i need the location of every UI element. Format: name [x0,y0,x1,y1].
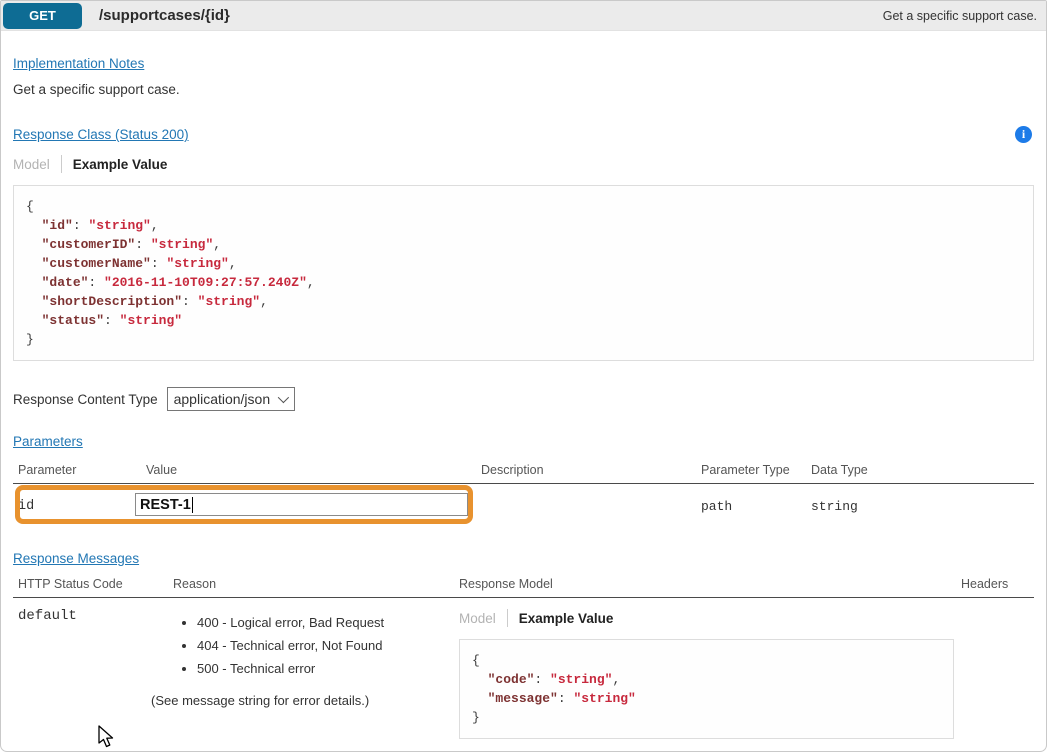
error-example-code: { "code": "string", "message": "string"} [459,639,954,739]
id-value-input[interactable]: REST-1 [135,493,468,516]
operation-header-bar[interactable]: GET /supportcases/{id} Get a specific su… [1,1,1046,31]
response-message-row-default: default 400 - Logical error, Bad Request… [13,598,1034,739]
code-line: "code": "string", [472,670,941,689]
tab-example-value[interactable]: Example Value [73,157,168,172]
code-line: "shortDescription": "string", [26,292,1021,311]
tab-divider [507,609,508,627]
parameter-name: id [13,484,135,534]
col-parameter-type: Parameter Type [701,463,811,477]
tab-divider [61,155,62,173]
implementation-notes-text: Get a specific support case. [13,82,1034,97]
col-description: Description [481,463,701,477]
reason-note: (See message string for error details.) [151,693,459,708]
implementation-notes-link[interactable]: Implementation Notes [13,56,144,71]
response-example-code: { "id": "string", "customerID": "string"… [13,185,1034,361]
http-method-badge[interactable]: GET [3,3,82,29]
code-line: } [472,708,941,727]
col-response-model: Response Model [459,577,961,591]
parameter-description [481,484,701,534]
response-content-type-label: Response Content Type [13,392,158,407]
response-class-tabs: Model Example Value [13,154,1034,174]
response-model-tabs: Model Example Value [459,608,961,628]
code-line: { [472,651,941,670]
col-http-status-code: HTTP Status Code [13,577,173,591]
tab-model[interactable]: Model [13,157,50,172]
response-class-link[interactable]: Response Class (Status 200) [13,127,189,142]
col-data-type: Data Type [811,463,1034,477]
code-line: "date": "2016-11-10T09:27:57.240Z", [26,273,1021,292]
data-type-value: string [811,484,1034,534]
parameter-type-value: path [701,484,811,534]
response-messages-link[interactable]: Response Messages [13,551,139,566]
endpoint-path[interactable]: /supportcases/{id} [99,7,230,24]
parameter-row-id: id REST-1 path string [13,484,1034,534]
reason-item: 500 - Technical error [197,661,459,677]
status-code-value: default [13,598,173,624]
code-line: "customerID": "string", [26,235,1021,254]
reason-item: 400 - Logical error, Bad Request [197,615,459,631]
tab-example-value[interactable]: Example Value [519,611,614,626]
code-line: "message": "string" [472,689,941,708]
code-line: } [26,330,1021,349]
code-line: "id": "string", [26,216,1021,235]
endpoint-summary: Get a specific support case. [883,9,1037,23]
code-line: { [26,197,1021,216]
selected-content-type: application/json [174,391,278,407]
col-value: Value [135,463,481,477]
tab-model[interactable]: Model [459,611,496,626]
mouse-cursor-icon [95,725,117,749]
col-reason: Reason [173,577,459,591]
col-headers: Headers [961,577,1034,591]
response-content-type-select[interactable]: application/json [167,387,295,411]
operation-body: Implementation Notes Get a specific supp… [1,55,1046,752]
text-caret [192,497,193,513]
reason-item: 404 - Technical error, Not Found [197,638,459,654]
col-parameter: Parameter [13,463,135,477]
parameters-table-header: Parameter Value Description Parameter Ty… [13,463,1034,484]
reason-list: 400 - Logical error, Bad Request 404 - Te… [173,615,459,677]
code-line: "status": "string" [26,311,1021,330]
operation-panel: GET /supportcases/{id} Get a specific su… [0,0,1047,752]
info-icon[interactable]: i [1015,126,1032,143]
parameters-link[interactable]: Parameters [13,434,83,449]
chevron-down-icon [277,392,288,403]
response-messages-table-header: HTTP Status Code Reason Response Model H… [13,577,1034,598]
code-line: "customerName": "string", [26,254,1021,273]
id-value-text: REST-1 [140,497,191,513]
